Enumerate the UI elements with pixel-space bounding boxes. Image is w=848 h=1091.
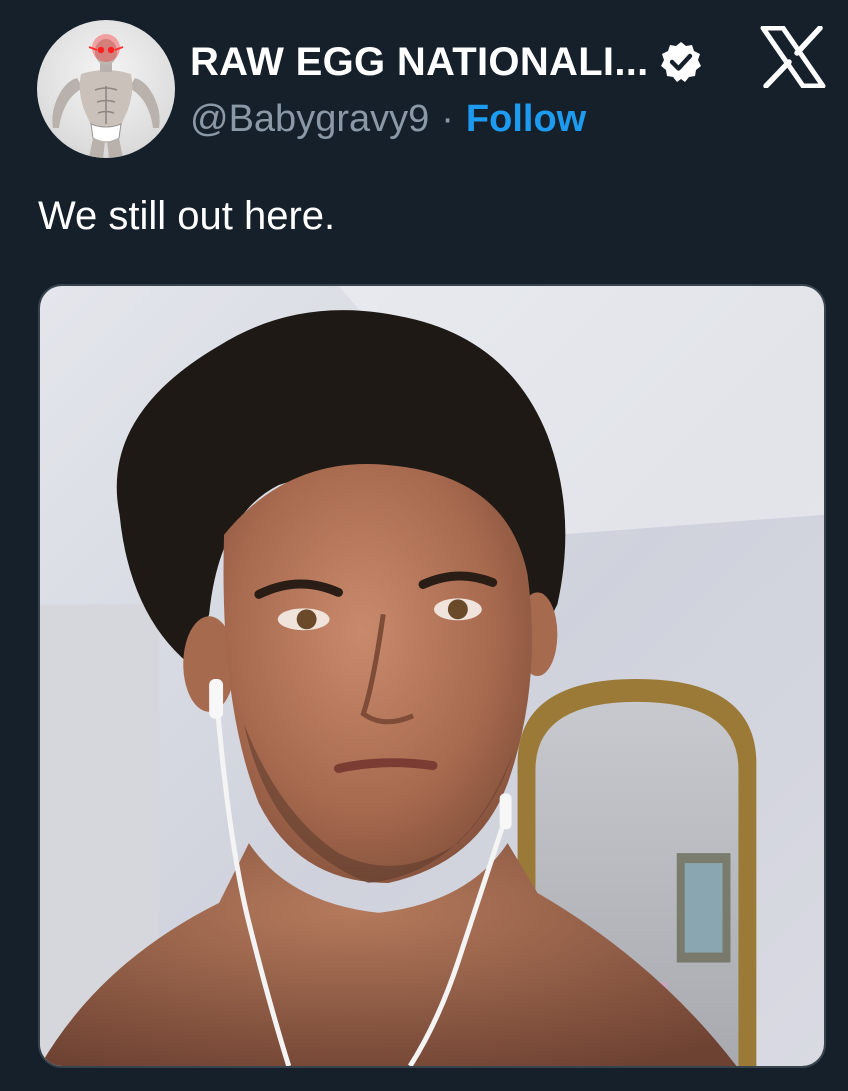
- author-avatar[interactable]: [37, 20, 175, 158]
- separator-dot: ·: [441, 97, 454, 140]
- verified-badge-icon: [660, 42, 701, 82]
- tweet-photo[interactable]: [38, 284, 826, 1068]
- author-handle[interactable]: @Babygravy9: [190, 98, 429, 141]
- tweet-header: RAW EGG NATIONALI... @Babygravy9 · Follo…: [0, 0, 848, 170]
- x-logo-icon[interactable]: [760, 26, 826, 88]
- bodybuilder-avatar-icon: [52, 34, 160, 158]
- author-display-name[interactable]: RAW EGG NATIONALI...: [190, 40, 649, 85]
- tweet-text: We still out here.: [38, 194, 336, 238]
- author-name-line: RAW EGG NATIONALI...: [190, 38, 703, 86]
- follow-button[interactable]: Follow: [466, 98, 586, 141]
- author-handle-line: @Babygravy9 · Follow: [190, 96, 586, 142]
- selfie-photo: [40, 286, 824, 1066]
